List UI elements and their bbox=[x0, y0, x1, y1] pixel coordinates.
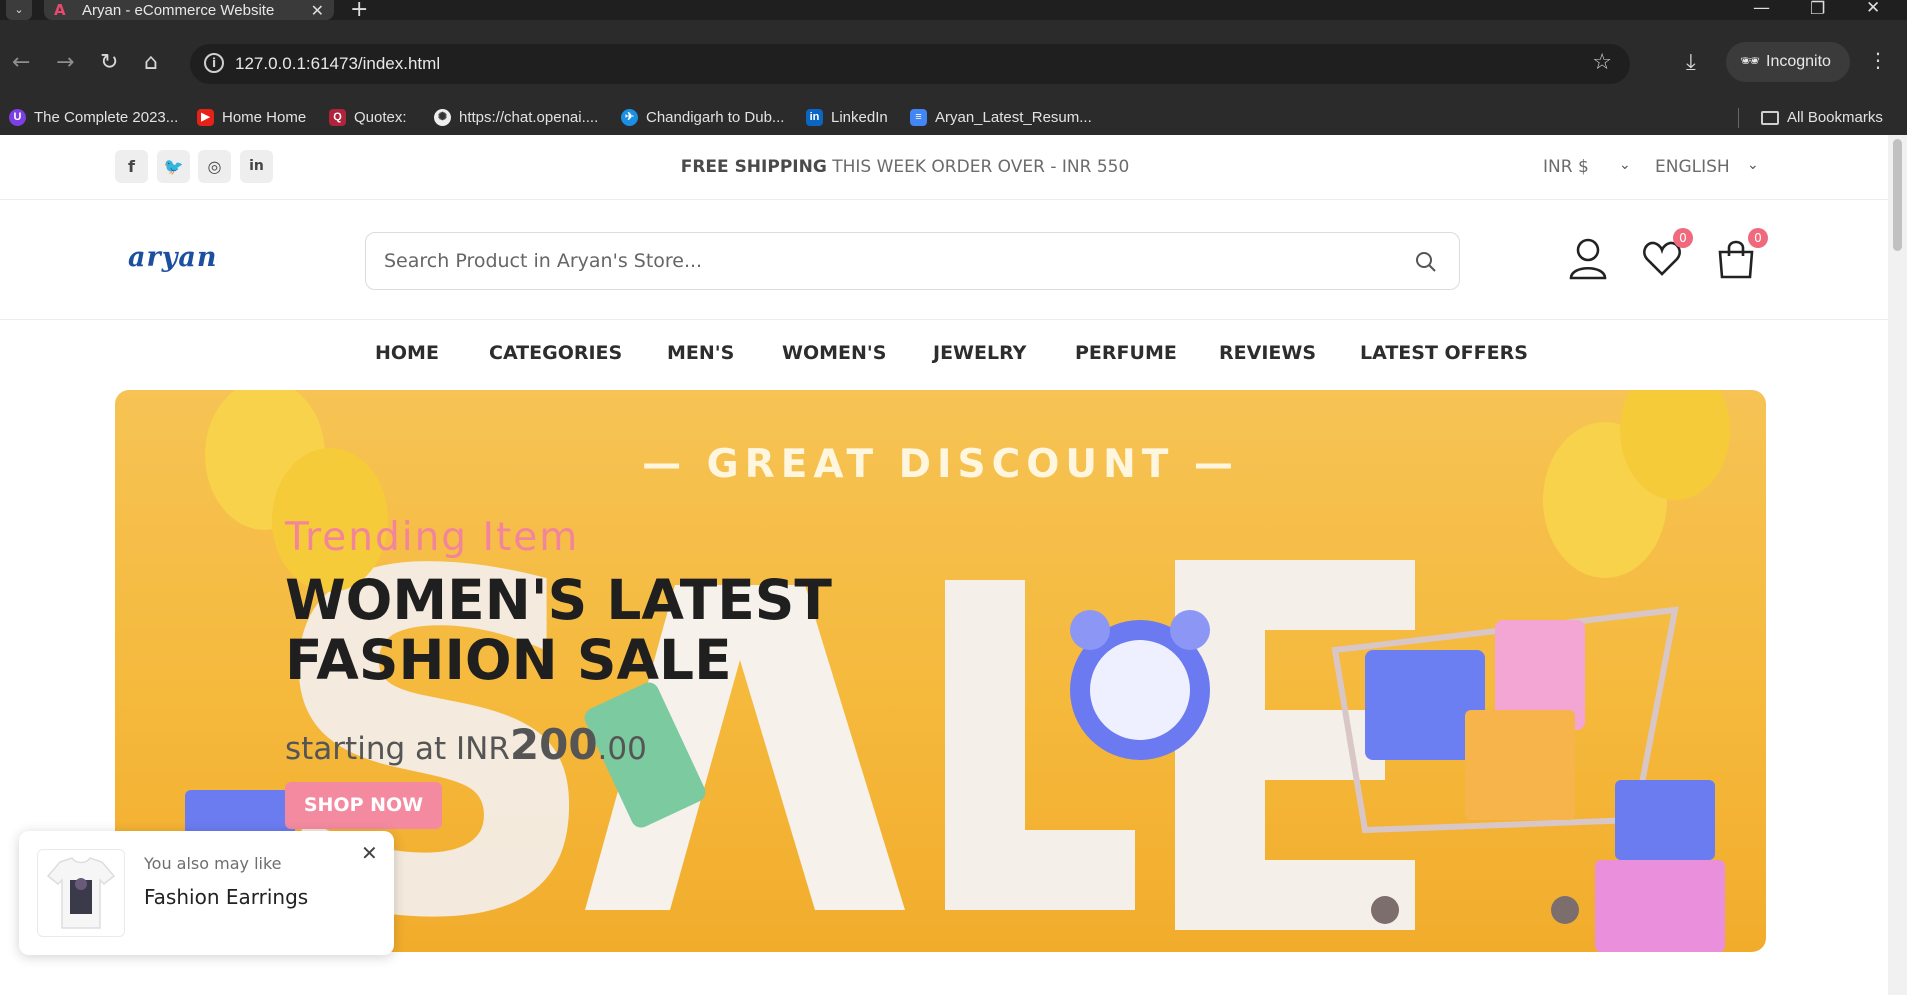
bookmark-item[interactable]: U The Complete 2023... bbox=[9, 100, 178, 135]
address-bar[interactable]: i 127.0.0.1:61473/index.html ☆ bbox=[190, 44, 1630, 84]
web-page: f 🐦 ◎ in FREE SHIPPING THIS WEEK ORDER O… bbox=[0, 135, 1888, 995]
active-tab[interactable]: A Aryan - eCommerce Website ✕ bbox=[44, 0, 334, 20]
tab-search-button[interactable]: ⌄ bbox=[6, 0, 32, 20]
bookmark-label: LinkedIn bbox=[831, 109, 888, 126]
url-text: 127.0.0.1:61473/index.html bbox=[235, 54, 441, 73]
browser-toolbar: ← → ↻ ⌂ i 127.0.0.1:61473/index.html ☆ ⤓… bbox=[0, 20, 1907, 105]
nav-womens[interactable]: WOMEN'S bbox=[782, 342, 886, 364]
close-tab-icon[interactable]: ✕ bbox=[311, 1, 324, 20]
nav-home[interactable]: HOME bbox=[375, 342, 439, 364]
nav-reviews[interactable]: REVIEWS bbox=[1219, 342, 1316, 364]
close-icon[interactable]: ✕ bbox=[361, 841, 378, 865]
all-bookmarks-label: All Bookmarks bbox=[1787, 109, 1883, 126]
bookmark-label: Quotex: bbox=[354, 109, 407, 126]
product-thumbnail bbox=[37, 849, 125, 937]
plane-icon: ✈ bbox=[621, 109, 638, 126]
youtube-icon: ▶ bbox=[197, 109, 214, 126]
tshirt-image bbox=[46, 857, 116, 929]
incognito-label: Incognito bbox=[1766, 53, 1831, 70]
cart-count-badge: 0 bbox=[1748, 228, 1768, 248]
minimize-icon[interactable]: — bbox=[1753, 0, 1770, 18]
site-info-icon[interactable]: i bbox=[204, 53, 224, 73]
bookmarks-divider bbox=[1738, 108, 1739, 128]
toast-product-title[interactable]: Fashion Earrings bbox=[144, 885, 308, 909]
incognito-button[interactable]: 🕶 Incognito bbox=[1726, 42, 1850, 82]
site-logo[interactable]: aryan bbox=[128, 242, 218, 273]
tab-title: Aryan - eCommerce Website bbox=[82, 1, 275, 19]
page-scrollbar[interactable] bbox=[1888, 135, 1907, 995]
bookmark-item[interactable]: Q Quotex: bbox=[329, 100, 407, 135]
main-header: aryan 0 0 bbox=[0, 200, 1888, 320]
back-icon[interactable]: ← bbox=[12, 50, 30, 75]
restore-icon[interactable]: ❐ bbox=[1810, 0, 1825, 19]
header-top-bar: f 🐦 ◎ in FREE SHIPPING THIS WEEK ORDER O… bbox=[0, 135, 1888, 200]
great-discount-heading: — GREAT DISCOUNT — bbox=[642, 442, 1239, 487]
bookmark-label: Aryan_Latest_Resum... bbox=[935, 109, 1092, 126]
price-prefix: starting at INR bbox=[285, 731, 510, 767]
nav-mens[interactable]: MEN'S bbox=[667, 342, 734, 364]
bookmark-item[interactable]: ✺ https://chat.openai.... bbox=[434, 100, 598, 135]
bookmark-item[interactable]: ▶ Home Home bbox=[197, 100, 306, 135]
search-icon[interactable] bbox=[1415, 251, 1437, 273]
browser-tab-strip: ⌄ A Aryan - eCommerce Website ✕ + — ❐ ✕ bbox=[0, 0, 1907, 22]
search-input[interactable] bbox=[384, 245, 1364, 277]
window-close-icon[interactable]: ✕ bbox=[1866, 0, 1880, 18]
shipping-notice: FREE SHIPPING THIS WEEK ORDER OVER - INR… bbox=[0, 157, 1810, 177]
folder-icon bbox=[1761, 110, 1779, 125]
main-navigation: HOME CATEGORIES MEN'S WOMEN'S JEWELRY PE… bbox=[0, 320, 1888, 390]
banner-title-line1: WOMEN'S LATEST bbox=[285, 568, 832, 632]
nav-latest-offers[interactable]: LATEST OFFERS bbox=[1360, 342, 1528, 364]
browser-menu-icon[interactable]: ⋮ bbox=[1868, 48, 1888, 72]
purple-circle-icon: U bbox=[9, 109, 26, 126]
banner-subtitle: Trending Item bbox=[285, 515, 580, 560]
price-main: 200 bbox=[509, 720, 598, 769]
bookmark-item[interactable]: ✈ Chandigarh to Dub... bbox=[621, 100, 784, 135]
download-icon[interactable]: ⤓ bbox=[1686, 50, 1696, 75]
chevron-down-icon[interactable]: ⌄ bbox=[1619, 157, 1631, 173]
nav-categories[interactable]: CATEGORIES bbox=[489, 342, 622, 364]
chevron-down-icon[interactable]: ⌄ bbox=[1747, 157, 1759, 173]
shop-now-button[interactable]: SHOP NOW bbox=[285, 782, 442, 829]
all-bookmarks-button[interactable]: All Bookmarks bbox=[1761, 100, 1883, 135]
nav-perfume[interactable]: PERFUME bbox=[1075, 342, 1177, 364]
reload-icon[interactable]: ↻ bbox=[100, 50, 118, 75]
product-suggestion-toast[interactable]: You also may like Fashion Earrings ✕ bbox=[19, 831, 394, 955]
nav-jewelry[interactable]: JEWELRY bbox=[933, 342, 1026, 364]
currency-select[interactable]: INR $ bbox=[1543, 157, 1589, 177]
quotex-icon: Q bbox=[329, 109, 346, 126]
shipping-text: THIS WEEK ORDER OVER - INR 550 bbox=[832, 157, 1130, 177]
bookmark-item[interactable]: ≡ Aryan_Latest_Resum... bbox=[910, 100, 1092, 135]
incognito-icon: 🕶 bbox=[1740, 53, 1761, 70]
language-select[interactable]: ENGLISH bbox=[1655, 157, 1730, 177]
banner-title-line2: FASHION SALE bbox=[285, 628, 732, 692]
banner-price: starting at INR200.00 bbox=[285, 720, 647, 769]
home-icon[interactable]: ⌂ bbox=[144, 50, 158, 75]
docs-icon: ≡ bbox=[910, 109, 927, 126]
bookmark-label: The Complete 2023... bbox=[34, 109, 179, 126]
bookmarks-bar: U The Complete 2023... ▶ Home Home Q Quo… bbox=[0, 100, 1907, 135]
bookmark-label: https://chat.openai.... bbox=[459, 109, 599, 126]
openai-icon: ✺ bbox=[434, 109, 451, 126]
price-decimal: .00 bbox=[597, 731, 647, 767]
forward-icon[interactable]: → bbox=[56, 50, 74, 75]
shipping-bold: FREE SHIPPING bbox=[680, 157, 827, 177]
bookmark-item[interactable]: in LinkedIn bbox=[806, 100, 888, 135]
linkedin-icon: in bbox=[806, 109, 823, 126]
search-box bbox=[365, 232, 1460, 290]
toast-subtitle: You also may like bbox=[144, 854, 282, 873]
bookmark-label: Chandigarh to Dub... bbox=[646, 109, 785, 126]
wishlist-count-badge: 0 bbox=[1673, 228, 1693, 248]
bookmark-star-icon[interactable]: ☆ bbox=[1592, 50, 1612, 75]
banner-title: WOMEN'S LATEST FASHION SALE bbox=[285, 570, 885, 690]
site-favicon-icon: A bbox=[54, 1, 66, 19]
scrollbar-thumb[interactable] bbox=[1893, 139, 1902, 251]
new-tab-icon[interactable]: + bbox=[350, 0, 368, 22]
user-account-icon[interactable] bbox=[1568, 238, 1608, 280]
bookmark-label: Home Home bbox=[222, 109, 307, 126]
